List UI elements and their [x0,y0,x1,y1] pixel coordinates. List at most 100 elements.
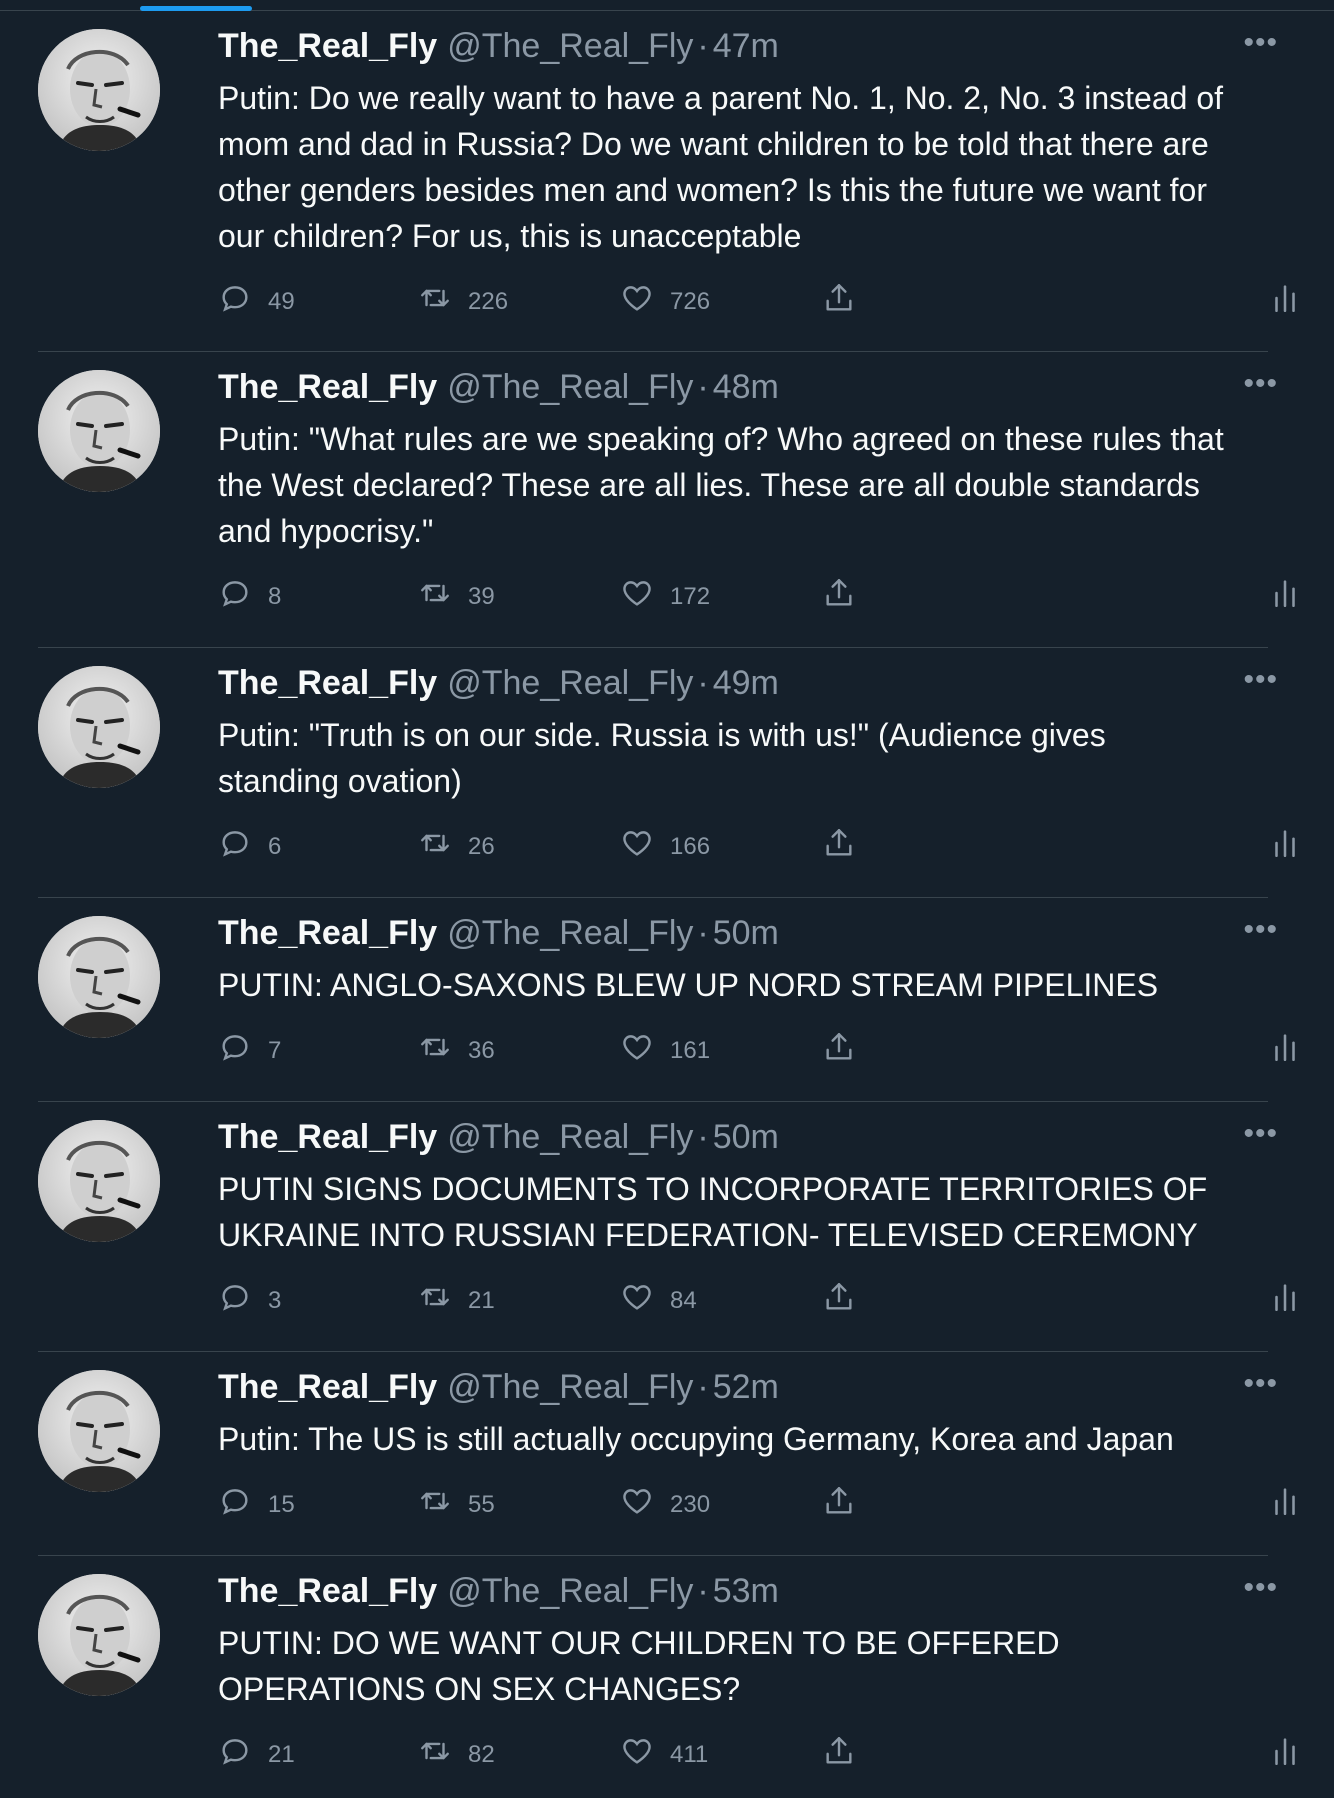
retweet-count: 36 [468,1036,495,1064]
tweet-header: The_Real_Fly @The_Real_Fly · 50m [218,914,1228,960]
tweet[interactable]: The_Real_Fly @The_Real_Fly · 50m ••• PUT… [38,1102,1295,1352]
avatar[interactable] [38,916,160,1038]
tweet[interactable]: The_Real_Fly @The_Real_Fly · 47m ••• Put… [38,11,1295,352]
user-handle[interactable]: @The_Real_Fly [447,914,693,953]
tweet-header: The_Real_Fly @The_Real_Fly · 48m [218,368,1228,414]
retweet-button[interactable]: 36 [418,1030,495,1071]
timestamp[interactable]: 48m [713,368,779,407]
display-name[interactable]: The_Real_Fly [218,27,437,66]
user-handle[interactable]: @The_Real_Fly [447,368,693,407]
analytics-button[interactable] [1268,281,1318,322]
timestamp[interactable]: 50m [713,914,779,953]
heart-icon [620,576,670,617]
like-button[interactable]: 84 [620,1280,697,1321]
share-button[interactable] [822,576,872,617]
user-handle[interactable]: @The_Real_Fly [447,27,693,66]
tweet[interactable]: The_Real_Fly @The_Real_Fly · 49m ••• Put… [38,648,1295,898]
reply-count: 49 [268,287,295,315]
analytics-button[interactable] [1268,576,1318,617]
separator-dot: · [697,1368,709,1406]
more-icon[interactable]: ••• [1243,1573,1278,1603]
retweet-icon [418,281,468,322]
reply-button[interactable]: 6 [218,826,281,867]
tweet-text: PUTIN: ANGLO-SAXONS BLEW UP NORD STREAM … [218,967,1159,1003]
analytics-button[interactable] [1268,1030,1318,1071]
share-button[interactable] [822,1734,872,1775]
display-name[interactable]: The_Real_Fly [218,1118,437,1157]
avatar[interactable] [38,1574,160,1696]
retweet-button[interactable]: 226 [418,281,508,322]
retweet-count: 82 [468,1740,495,1768]
user-handle[interactable]: @The_Real_Fly [447,1368,693,1407]
like-button[interactable]: 411 [620,1734,708,1775]
more-icon[interactable]: ••• [1243,1369,1278,1399]
tweet-actions: 49 226 726 [218,265,1295,345]
tweet[interactable]: The_Real_Fly @The_Real_Fly · 52m ••• Put… [38,1352,1295,1556]
timestamp[interactable]: 50m [713,1118,779,1157]
timestamp[interactable]: 52m [713,1368,779,1407]
retweet-count: 21 [468,1286,495,1314]
like-button[interactable]: 172 [620,576,710,617]
avatar[interactable] [38,29,160,151]
more-icon[interactable]: ••• [1243,1119,1278,1149]
reply-button[interactable]: 3 [218,1280,281,1321]
avatar[interactable] [38,1120,160,1242]
share-button[interactable] [822,281,872,322]
user-handle[interactable]: @The_Real_Fly [447,1572,693,1611]
like-button[interactable]: 726 [620,281,710,322]
tweet[interactable]: The_Real_Fly @The_Real_Fly · 50m ••• PUT… [38,898,1295,1102]
avatar[interactable] [38,666,160,788]
user-handle[interactable]: @The_Real_Fly [447,664,693,703]
display-name[interactable]: The_Real_Fly [218,1572,437,1611]
share-button[interactable] [822,1280,872,1321]
reply-button[interactable]: 21 [218,1734,295,1775]
tweet-actions: 7 36 161 [218,1014,1295,1094]
share-button[interactable] [822,1030,872,1071]
analytics-button[interactable] [1268,1734,1318,1775]
like-count: 230 [670,1490,711,1518]
analytics-button[interactable] [1268,1484,1318,1525]
reply-button[interactable]: 7 [218,1030,281,1071]
reply-button[interactable]: 8 [218,576,281,617]
display-name[interactable]: The_Real_Fly [218,914,437,953]
retweet-count: 39 [468,582,495,610]
tweet[interactable]: The_Real_Fly @The_Real_Fly · 48m ••• Put… [38,352,1295,648]
like-button[interactable]: 161 [620,1030,710,1071]
analytics-button[interactable] [1268,1280,1318,1321]
like-button[interactable]: 230 [620,1484,710,1525]
avatar[interactable] [38,1370,160,1492]
retweet-icon [418,1030,468,1071]
user-handle[interactable]: @The_Real_Fly [447,1118,693,1157]
avatar[interactable] [38,370,160,492]
reply-button[interactable]: 49 [218,281,295,322]
share-button[interactable] [822,826,872,867]
tweet[interactable]: The_Real_Fly @The_Real_Fly · 53m ••• PUT… [38,1556,1295,1796]
share-icon [822,1484,872,1525]
more-icon[interactable]: ••• [1243,915,1278,945]
display-name[interactable]: The_Real_Fly [218,1368,437,1407]
timestamp[interactable]: 49m [713,664,779,703]
retweet-button[interactable]: 39 [418,576,495,617]
analytics-button[interactable] [1268,826,1318,867]
retweet-button[interactable]: 21 [418,1280,495,1321]
heart-icon [620,826,670,867]
retweet-button[interactable]: 82 [418,1734,495,1775]
display-name[interactable]: The_Real_Fly [218,368,437,407]
reply-button[interactable]: 15 [218,1484,295,1525]
tweet-header: The_Real_Fly @The_Real_Fly · 50m [218,1118,1228,1164]
reply-icon [218,576,268,617]
timestamp[interactable]: 53m [713,1572,779,1611]
display-name[interactable]: The_Real_Fly [218,664,437,703]
like-button[interactable]: 166 [620,826,710,867]
share-button[interactable] [822,1484,872,1525]
retweet-button[interactable]: 55 [418,1484,495,1525]
more-icon[interactable]: ••• [1243,369,1278,399]
analytics-icon [1268,1030,1318,1071]
more-icon[interactable]: ••• [1243,28,1278,58]
more-icon[interactable]: ••• [1243,665,1278,695]
like-count: 161 [670,1036,711,1064]
retweet-button[interactable]: 26 [418,826,495,867]
timestamp[interactable]: 47m [713,27,779,66]
tweet-header: The_Real_Fly @The_Real_Fly · 47m [218,27,1228,73]
reply-icon [218,826,268,867]
